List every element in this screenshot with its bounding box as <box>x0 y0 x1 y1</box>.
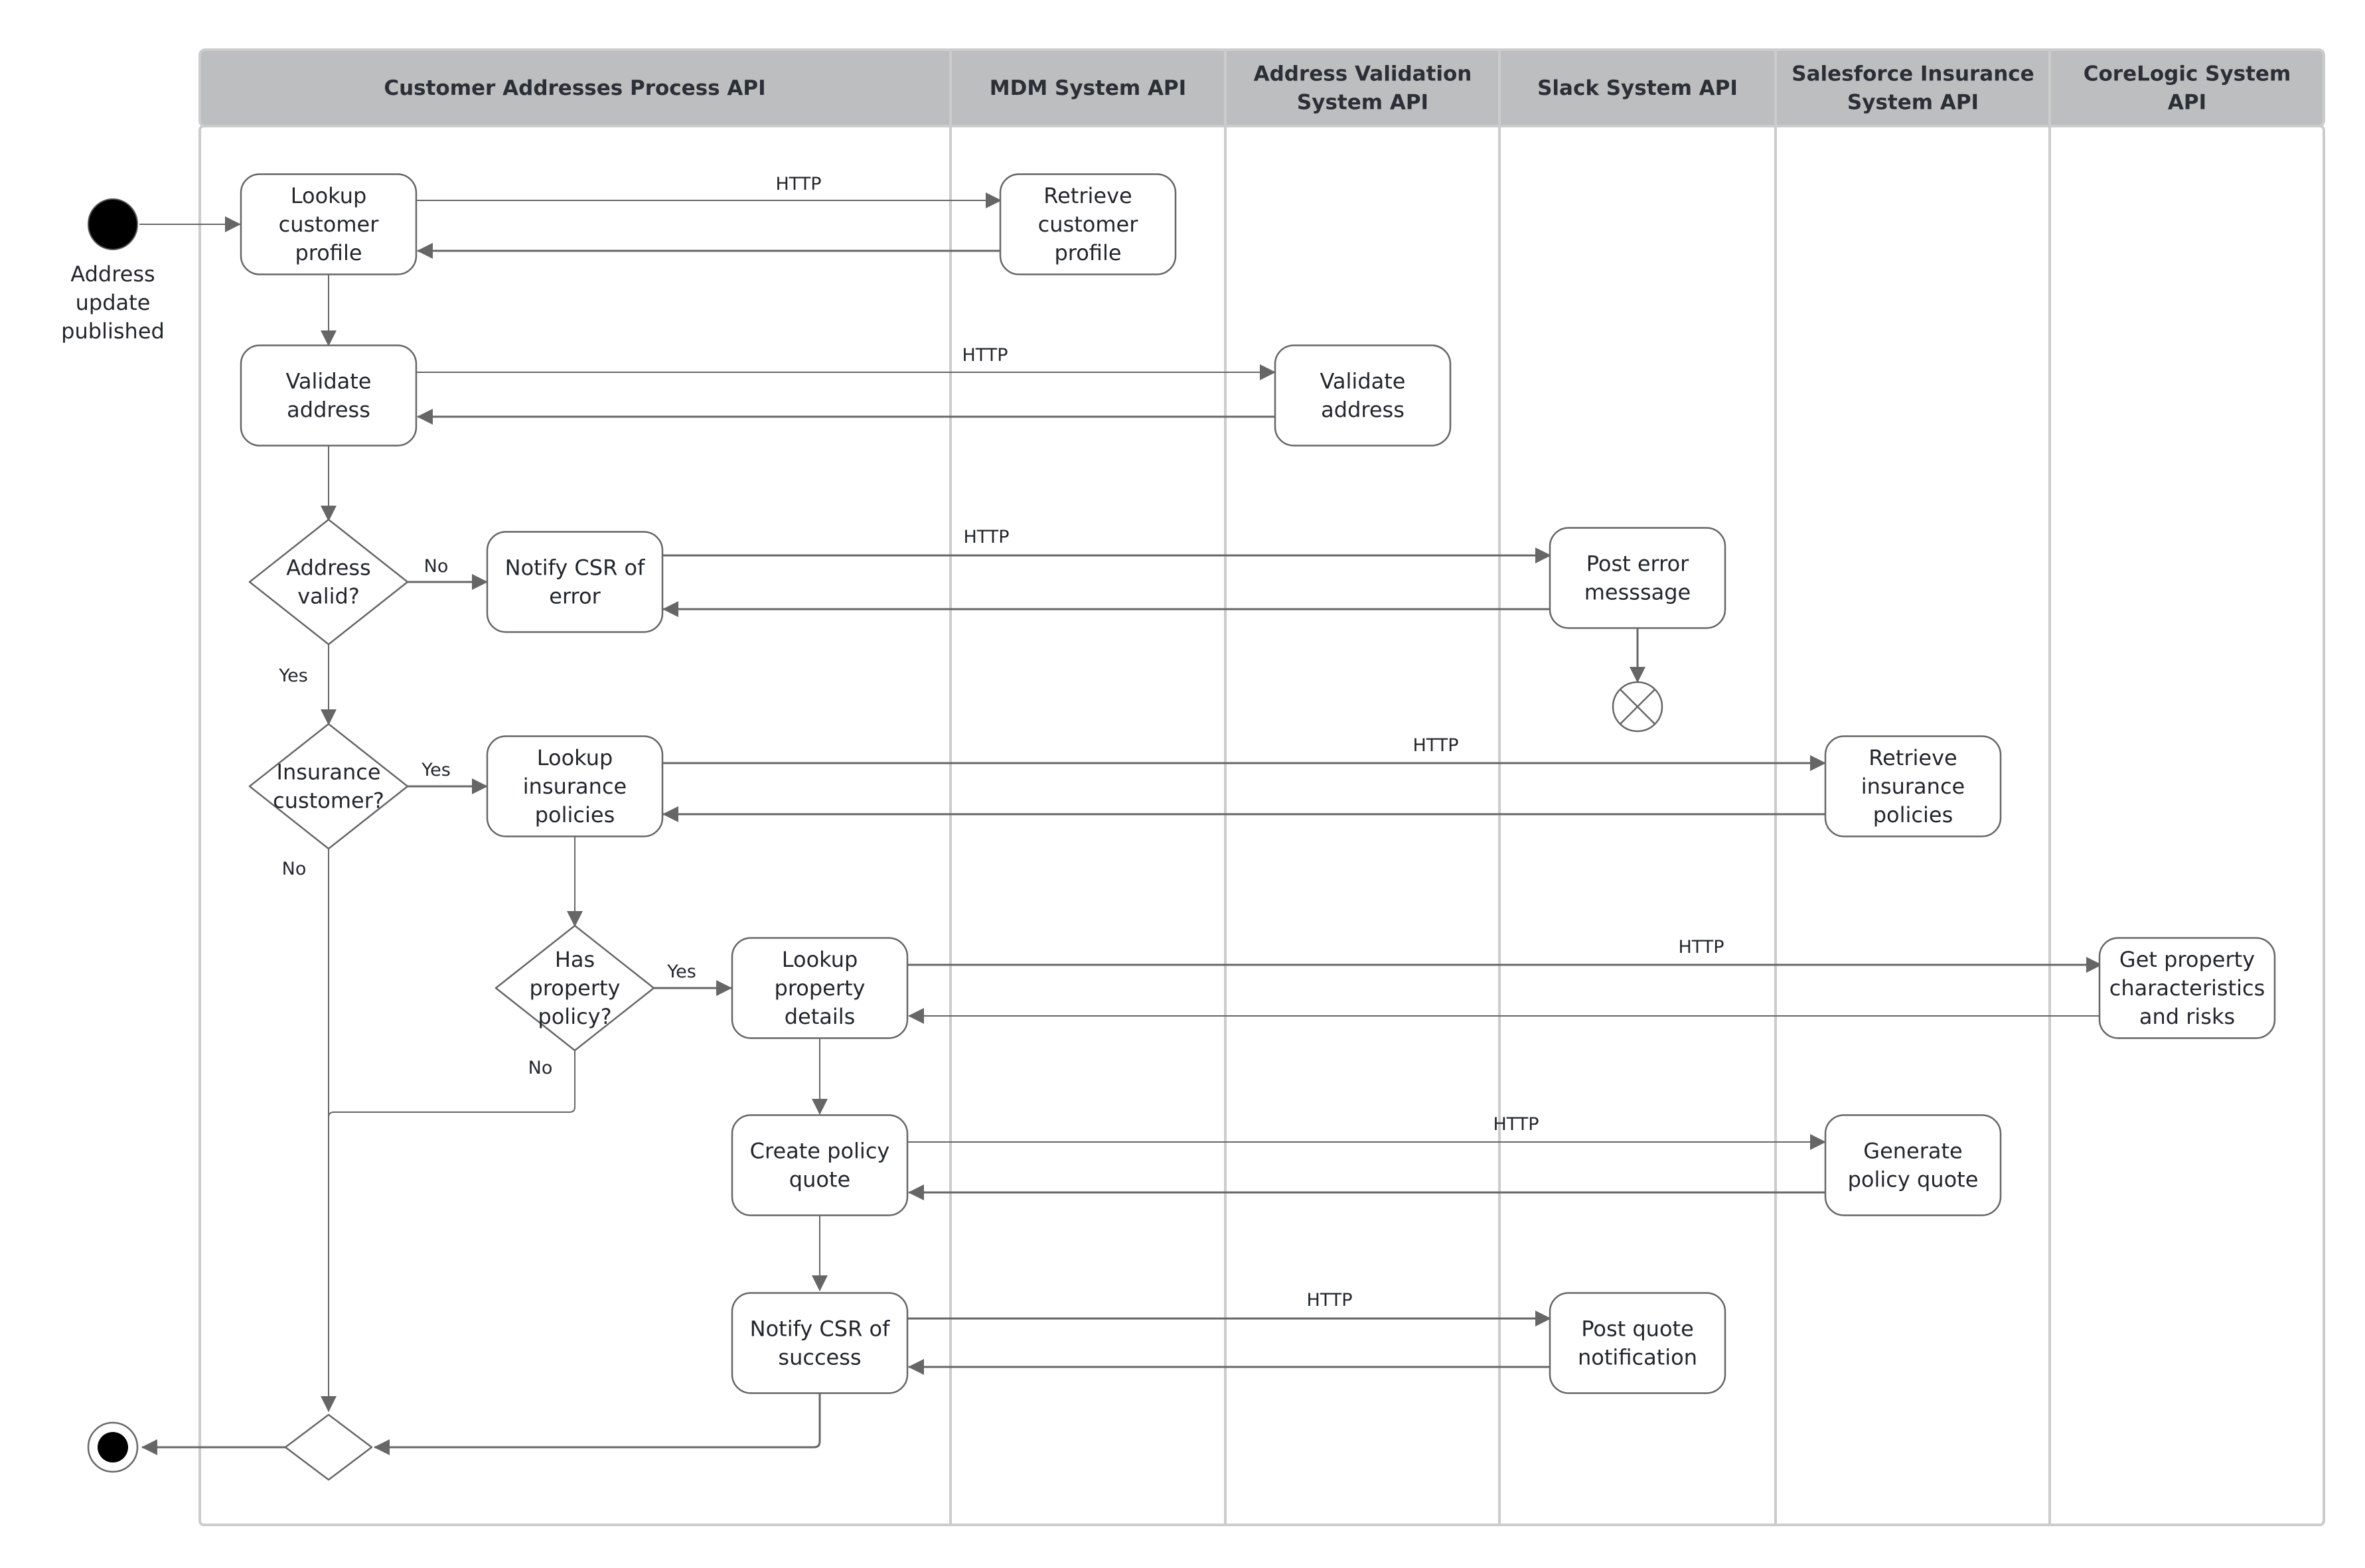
lane-title-corelogic: CoreLogic System <box>2084 62 2291 86</box>
node-post-quote[interactable]: Post quote notification <box>1549 1292 1726 1394</box>
node-label-line: Validate <box>1320 369 1406 394</box>
start-label-line: Address <box>70 261 155 287</box>
node-label-line: characteristics <box>2109 975 2265 1001</box>
node-label-line: Lookup <box>782 947 858 972</box>
node-label-line: success <box>778 1345 861 1370</box>
node-label-line: property <box>775 975 866 1001</box>
node-label-line: notification <box>1578 1345 1697 1370</box>
node-generate-quote[interactable]: Generate policy quote <box>1824 1114 2002 1216</box>
action-box <box>1274 344 1452 447</box>
edge-label-http: HTTP <box>1412 735 1458 756</box>
start-node: Address update published <box>61 198 165 344</box>
node-label-line: Insurance <box>277 760 381 785</box>
node-label-line: details <box>785 1004 856 1029</box>
node-label-line: customer? <box>273 788 384 814</box>
action-box <box>731 1292 909 1394</box>
node-label-line: Post error <box>1586 551 1689 577</box>
lane-title-mdm: MDM System API <box>990 76 1186 100</box>
action-box <box>1549 1292 1726 1394</box>
node-label-line: Retrieve <box>1869 745 1957 770</box>
node-label-line: profile <box>295 240 362 265</box>
edge-label-no: No <box>424 556 449 577</box>
activity-diagram: Customer Addresses Process API MDM System… <box>61 48 2325 1526</box>
lane-title-slack: Slack System API <box>1537 76 1738 100</box>
node-post-error[interactable]: Post error messsage <box>1549 527 1726 629</box>
node-label-line: address <box>287 397 370 423</box>
node-label-line: and risks <box>2139 1004 2235 1029</box>
edge-label-http: HTTP <box>1493 1114 1539 1135</box>
node-label-line: policy? <box>538 1004 611 1029</box>
node-label-line: Notify CSR of <box>505 555 645 581</box>
node-label-line: Post quote <box>1581 1317 1694 1342</box>
node-label-line: error <box>549 584 601 609</box>
final-node-inner-icon <box>98 1432 128 1462</box>
node-label-line: Get property <box>2119 947 2255 972</box>
edge-label-yes: Yes <box>666 962 696 982</box>
node-label-line: address <box>1321 397 1405 423</box>
node-label-line: insurance <box>1861 774 1965 799</box>
edge-label-no: No <box>528 1058 553 1078</box>
node-label-line: profile <box>1054 240 1121 265</box>
action-box <box>731 1114 909 1216</box>
node-label-line: Lookup <box>291 183 367 208</box>
start-label-line: published <box>61 319 165 344</box>
edge-label-http: HTTP <box>775 174 821 194</box>
node-create-quote[interactable]: Create policy quote <box>731 1114 909 1216</box>
node-label-line: valid? <box>297 584 360 609</box>
node-label-line: Retrieve <box>1043 183 1132 208</box>
node-label-line: policy quote <box>1848 1167 1979 1192</box>
lane-title-addrval: Address Validation <box>1254 62 1472 86</box>
node-label-line: property <box>530 975 621 1001</box>
node-label-line: quote <box>789 1167 850 1192</box>
node-label-line: Lookup <box>537 745 613 770</box>
lane-title-sfins: Salesforce Insurance <box>1792 62 2034 86</box>
lane-title-addrval: System API <box>1297 91 1428 115</box>
node-label-line: policies <box>1873 802 1953 827</box>
node-label-line: Notify CSR of <box>750 1317 890 1342</box>
node-label-line: insurance <box>523 774 627 799</box>
edge-label-http: HTTP <box>1306 1290 1352 1311</box>
node-lookup-policies[interactable]: Lookup insurance policies <box>486 735 664 837</box>
node-lookup-property[interactable]: Lookup property details <box>731 937 909 1039</box>
node-lookup-profile[interactable]: Lookup customer profile <box>240 173 418 275</box>
node-label-line: Generate <box>1863 1139 1962 1164</box>
edge-label-yes: Yes <box>421 760 451 780</box>
edge-label-http: HTTP <box>962 345 1008 366</box>
flow-final-node <box>1612 681 1663 733</box>
lane-title-sfins: System API <box>1847 91 1979 115</box>
node-get-property[interactable]: Get property characteristics and risks <box>2098 937 2276 1039</box>
node-label-line: Address <box>286 555 370 581</box>
edge-label-http: HTTP <box>963 527 1009 547</box>
node-label-line: policies <box>535 802 615 827</box>
node-notify-success[interactable]: Notify CSR of success <box>731 1292 909 1394</box>
action-box <box>486 531 664 633</box>
node-label-line: customer <box>279 212 380 237</box>
node-label-line: messsage <box>1584 580 1691 605</box>
action-box <box>1549 527 1726 629</box>
node-label-line: Create policy <box>750 1139 890 1164</box>
node-label-line: Has <box>555 947 595 972</box>
node-validate-address-sys[interactable]: Validate address <box>1274 344 1452 447</box>
node-notify-error[interactable]: Notify CSR of error <box>486 531 664 633</box>
edge-label-yes: Yes <box>278 666 308 686</box>
lane-title-corelogic: API <box>2168 91 2206 115</box>
initial-node-icon <box>88 198 138 250</box>
node-validate-address[interactable]: Validate address <box>240 344 418 447</box>
start-label-line: update <box>76 290 151 315</box>
node-label-line: Validate <box>286 369 372 394</box>
edge-label-http: HTTP <box>1678 937 1724 958</box>
node-retrieve-policies[interactable]: Retrieve insurance policies <box>1824 735 2002 837</box>
activity-final-node <box>87 1421 139 1473</box>
node-label-line: customer <box>1038 212 1139 237</box>
lane-title-process: Customer Addresses Process API <box>384 76 765 100</box>
node-retrieve-profile[interactable]: Retrieve customer profile <box>999 173 1177 275</box>
edge-label-no: No <box>282 859 307 879</box>
action-box <box>1824 1114 2002 1216</box>
action-box <box>240 344 418 447</box>
